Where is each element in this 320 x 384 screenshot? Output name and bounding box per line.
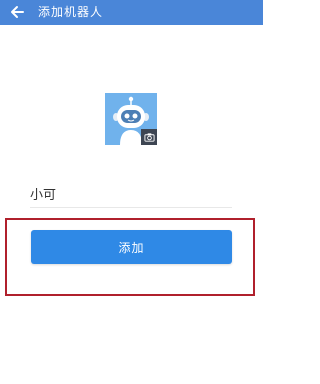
robot-name-input[interactable] <box>30 179 232 208</box>
app-header: 添加机器人 <box>0 0 263 25</box>
back-button[interactable] <box>8 3 26 21</box>
camera-icon <box>143 132 155 142</box>
change-avatar-badge[interactable] <box>141 129 157 145</box>
robot-avatar-picker[interactable] <box>105 93 157 145</box>
arrow-left-icon <box>11 6 24 18</box>
page-title: 添加机器人 <box>38 5 104 19</box>
add-button[interactable]: 添加 <box>31 230 232 264</box>
